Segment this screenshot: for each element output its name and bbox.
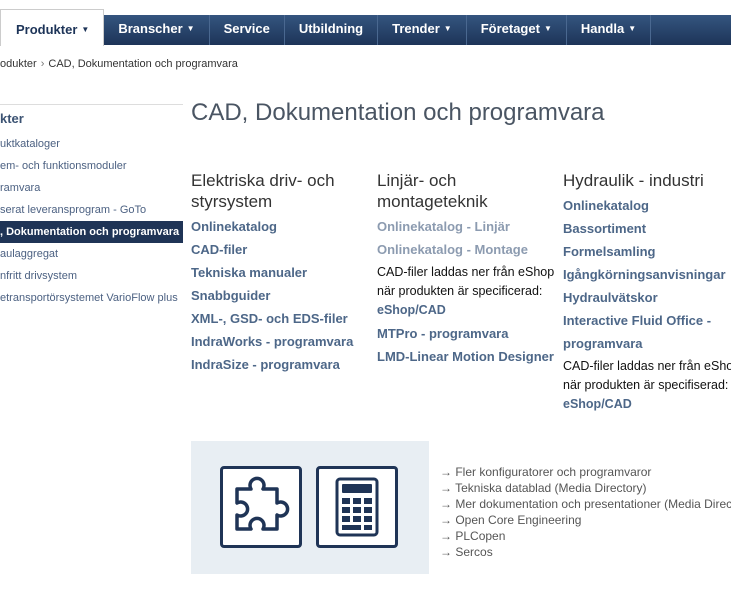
column-link[interactable]: Onlinekatalog (563, 194, 731, 217)
more-link-label: PLCopen (455, 529, 506, 543)
column-link[interactable]: Onlinekatalog - Linjär (377, 215, 557, 238)
column-link[interactable]: Onlinekatalog (191, 215, 371, 238)
breadcrumb-current: CAD, Dokumentation och programvara (48, 58, 238, 70)
sidebar-item[interactable]: etransportörsystemet VarioFlow plus (0, 287, 183, 309)
note-text: CAD-filer laddas ner från eShop när prod… (563, 359, 731, 392)
nav-item-företaget[interactable]: Företaget ▼ (467, 15, 567, 45)
sidebar-item[interactable]: aulaggregat (0, 243, 183, 265)
column-link[interactable]: Bassortiment (563, 217, 731, 240)
sidebar-item[interactable]: , Dokumentation och programvara (0, 221, 183, 243)
puzzle-icon[interactable] (220, 466, 302, 548)
more-link[interactable]: → Tekniska datablad (Media Directory) (440, 480, 731, 496)
column-link[interactable]: Igångkörningsanvisningar (563, 263, 731, 286)
column-link[interactable]: IndraSize - programvara (191, 353, 371, 376)
column-link[interactable]: CAD-filer (191, 238, 371, 261)
arrow-right-icon: → (440, 545, 452, 559)
column-link[interactable]: MTPro - programvara (377, 322, 557, 345)
page-title: CAD, Dokumentation och programvara (191, 99, 605, 126)
product-column: Linjär- och montageteknik Onlinekatalog -… (377, 170, 557, 368)
nav-item-label: Företaget (480, 21, 540, 36)
more-links: → Fler konfiguratorer och programvaror → … (440, 464, 731, 560)
caret-down-icon: ▼ (543, 24, 552, 33)
nav-item-label: Service (223, 21, 270, 36)
eshop-cad-link[interactable]: eShop/CAD (377, 303, 446, 317)
arrow-right-icon: → (440, 513, 452, 527)
arrow-right-icon: → (440, 465, 452, 479)
nav-item-service[interactable]: Service (210, 15, 285, 45)
eshop-cad-link[interactable]: eShop/CAD (563, 397, 632, 411)
more-link[interactable]: → Fler konfiguratorer och programvaror (440, 464, 731, 480)
breadcrumb: odukter › CAD, Dokumentation och programva… (0, 58, 238, 70)
arrow-right-icon: → (440, 497, 452, 511)
breadcrumb-separator: › (40, 58, 45, 70)
column-link[interactable]: LMD-Linear Motion Designer (377, 345, 557, 368)
sidebar-item[interactable]: serat leveransprogram - GoTo (0, 199, 183, 221)
column-heading: Linjär- och montageteknik (377, 171, 488, 211)
column-heading: Elektriska driv- och styrsystem (191, 171, 335, 211)
column-link[interactable]: Snabbguider (191, 284, 371, 307)
column-note: CAD-filer laddas ner från eShop när prod… (377, 263, 557, 320)
sidebar-item[interactable]: uktkataloger (0, 133, 183, 155)
note-text: CAD-filer laddas ner från eShop när prod… (377, 265, 555, 298)
nav-item-label: Utbildning (298, 21, 364, 36)
more-link-label: Open Core Engineering (455, 513, 582, 527)
column-note: CAD-filer laddas ner från eShop när prod… (563, 357, 731, 414)
nav-item-label: Handla (580, 21, 625, 36)
column-heading: Hydraulik - industri (563, 171, 704, 190)
nav-item-label: Produkter (16, 22, 78, 37)
nav-item-produkter[interactable]: Produkter ▼ (0, 9, 105, 46)
column-link[interactable]: Tekniska manualer (191, 261, 371, 284)
arrow-right-icon: → (440, 481, 452, 495)
more-link-label: Fler konfiguratorer och programvaror (455, 465, 652, 479)
more-link-label: Tekniska datablad (Media Directory) (455, 481, 647, 495)
more-link[interactable]: → Open Core Engineering (440, 512, 731, 528)
more-link-label: Mer dokumentation och presentationer (Me… (455, 497, 731, 511)
more-link[interactable]: → Sercos (440, 544, 731, 560)
column-link[interactable]: Onlinekatalog - Montage (377, 238, 557, 261)
product-column: Elektriska driv- och styrsystem Onlinekat… (191, 170, 371, 376)
caret-down-icon: ▼ (81, 25, 90, 34)
nav-item-handla[interactable]: Handla ▼ (567, 15, 652, 45)
main-nav: Produkter ▼ Branscher ▼ Service Utbildning Tre… (0, 9, 731, 46)
calculator-icon[interactable] (316, 466, 398, 548)
caret-down-icon: ▼ (186, 24, 195, 33)
nav-item-utbildning[interactable]: Utbildning (285, 15, 379, 45)
column-link[interactable]: Interactive Fluid Office - programvara (563, 309, 731, 355)
more-link[interactable]: → PLCopen (440, 528, 731, 544)
sidebar-item[interactable]: nfritt drivsystem (0, 265, 183, 287)
caret-down-icon: ▼ (443, 24, 452, 33)
nav-item-label: Branscher (118, 21, 183, 36)
caret-down-icon: ▼ (628, 24, 637, 33)
more-link[interactable]: → Mer dokumentation och presentationer (… (440, 496, 731, 512)
more-link-label: Sercos (455, 545, 493, 559)
sidebar-item[interactable]: em- och funktionsmoduler (0, 155, 183, 177)
sidebar-item[interactable]: ramvara (0, 177, 183, 199)
product-column: Hydraulik - industri Onlinekatalog Bassort… (563, 170, 731, 416)
sidebar: kter uktkataloger em- och funktionsmodule… (0, 104, 183, 309)
column-link[interactable]: XML-, GSD- och EDS-filer (191, 307, 371, 330)
tools-box (191, 441, 429, 574)
arrow-right-icon: → (440, 529, 452, 543)
column-link[interactable]: IndraWorks - programvara (191, 330, 371, 353)
sidebar-heading[interactable]: kter (0, 111, 183, 127)
column-link[interactable]: Hydraulvätskor (563, 286, 731, 309)
nav-item-trender[interactable]: Trender ▼ (378, 15, 467, 45)
breadcrumb-item[interactable]: odukter (0, 58, 37, 70)
nav-item-branscher[interactable]: Branscher ▼ (104, 15, 210, 45)
nav-item-label: Trender (392, 21, 440, 36)
column-link[interactable]: Formelsamling (563, 240, 731, 263)
